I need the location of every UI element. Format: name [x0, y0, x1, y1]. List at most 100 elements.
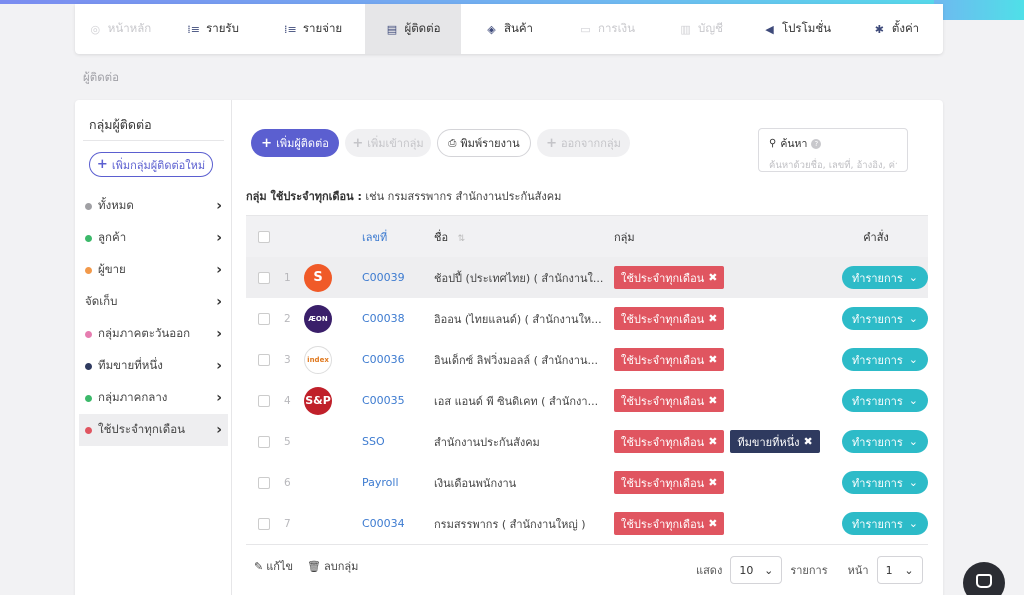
row-number: 5 — [284, 435, 291, 448]
edit-button[interactable]: ✎ แก้ไข — [254, 557, 293, 575]
megaphone-icon: ◀ — [765, 22, 774, 36]
action-label: ทำรายการ — [852, 435, 903, 449]
row-checkbox[interactable] — [258, 517, 270, 530]
header-code[interactable]: เลขที่ — [362, 228, 434, 246]
sort-icon[interactable]: ⇅ — [458, 234, 466, 244]
row-action-button[interactable]: ทำรายการ ⌄ — [842, 348, 928, 371]
row-action-button[interactable]: ทำรายการ ⌄ — [842, 389, 928, 412]
action-cell: ทำรายการ ⌄ — [824, 266, 928, 289]
sidebar-item-archived[interactable]: จัดเก็บ › — [79, 286, 228, 318]
row-action-button[interactable]: ทำรายการ ⌄ — [842, 512, 928, 535]
row-checkbox[interactable] — [258, 394, 270, 407]
close-icon[interactable]: ✖ — [708, 394, 717, 407]
row-checkbox[interactable] — [258, 435, 270, 448]
row-checkbox[interactable] — [258, 312, 270, 325]
close-icon[interactable]: ✖ — [708, 353, 717, 366]
close-icon[interactable]: ✖ — [708, 435, 717, 448]
chat-launcher-button[interactable] — [963, 562, 1005, 595]
header-checkbox-cell — [246, 230, 284, 243]
contact-code-link[interactable]: C00036 — [362, 353, 434, 366]
row-number: 7 — [284, 517, 291, 530]
help-icon: ? — [811, 138, 822, 149]
tag-label: ใช้ประจำทุกเดือน — [621, 353, 705, 367]
close-icon[interactable]: ✖ — [708, 271, 717, 284]
sidebar-item-vendors[interactable]: ผู้ขาย › — [79, 254, 228, 286]
row-checkbox[interactable] — [258, 476, 270, 489]
contact-code-link[interactable]: C00038 — [362, 312, 434, 325]
group-tags: ใช้ประจำทุกเดือน ✖ — [614, 307, 824, 330]
add-contact-button[interactable]: + เพิ่มผู้ติดต่อ — [251, 129, 339, 157]
header-name[interactable]: ชื่อ ⇅ — [434, 228, 614, 246]
nav-expense[interactable]: ⁞≡ รายจ่าย — [261, 4, 365, 54]
plus-icon: + — [352, 135, 364, 151]
contact-code-link[interactable]: C00035 — [362, 394, 434, 407]
table-row[interactable]: 6 Payroll เงินเดือนพนักงาน ใช้ประจำทุกเด… — [246, 462, 928, 503]
nav-promotions[interactable]: ◀ โปรโมชั่น — [745, 4, 849, 54]
close-icon[interactable]: ✖ — [708, 312, 717, 325]
remove-from-group-button[interactable]: + ออกจากกลุ่ม — [537, 129, 630, 157]
sidebar-item-monthly[interactable]: ใช้ประจำทุกเดือน › — [79, 414, 228, 446]
close-icon[interactable]: ✖ — [708, 517, 717, 530]
nav-home[interactable]: ◎ หน้าหลัก — [75, 4, 165, 54]
search-input[interactable]: ค้นหาด้วยชื่อ, เลขที่, อ้างอิง, ค่าอ — [769, 158, 897, 173]
sidebar-item-sales-team-one[interactable]: ทีมขายที่หนึ่ง › — [79, 350, 228, 382]
add-contact-label: เพิ่มผู้ติดต่อ — [276, 137, 329, 150]
group-tag: ใช้ประจำทุกเดือน ✖ — [614, 512, 725, 535]
chevron-down-icon: ⌄ — [908, 394, 918, 407]
nav-settings[interactable]: ✱ ตั้งค่า — [849, 4, 943, 54]
chat-icon — [976, 574, 992, 588]
nav-income[interactable]: ⁞≡ รายรับ — [165, 4, 261, 54]
chevron-down-icon: ⌄ — [904, 563, 914, 577]
page-select[interactable]: 1 ⌄ — [876, 556, 923, 584]
sidebar-item-central-region[interactable]: กลุ่มภาคกลาง › — [79, 382, 228, 414]
contact-code-link[interactable]: SSO — [362, 435, 434, 448]
nav-label: ตั้งค่า — [891, 21, 920, 35]
row-action-button[interactable]: ทำรายการ ⌄ — [842, 430, 928, 453]
chevron-right-icon: › — [216, 422, 222, 438]
row-action-button[interactable]: ทำรายการ ⌄ — [842, 471, 928, 494]
printer-icon: ⎙ — [448, 137, 457, 149]
top-right-gradient — [934, 0, 1024, 20]
tag-label: ทีมขายที่หนึ่ง — [737, 435, 800, 449]
nav-label: รายรับ — [206, 21, 239, 35]
edit-label: แก้ไข — [266, 560, 294, 573]
add-to-group-button[interactable]: + เพิ่มเข้ากลุ่ม — [345, 129, 431, 157]
sidebar-item-customers[interactable]: ลูกค้า › — [79, 222, 228, 254]
search-box[interactable]: ⚲ ค้นหา ? ค้นหาด้วยชื่อ, เลขที่, อ้างอิง… — [758, 128, 908, 172]
group-sidebar: กลุ่มผู้ติดต่อ + เพิ่มกลุ่มผู้ติดต่อใหม่… — [75, 100, 232, 595]
delete-group-button[interactable]: 🗑 ลบกลุ่ม — [307, 557, 358, 575]
content-panel: กลุ่มผู้ติดต่อ + เพิ่มกลุ่มผู้ติดต่อใหม่… — [75, 100, 943, 595]
row-action-button[interactable]: ทำรายการ ⌄ — [842, 307, 928, 330]
table-row[interactable]: 7 C00034 กรมสรรพากร ( สำนักงานใหญ่ ) ใช้… — [246, 503, 928, 544]
row-action-button[interactable]: ทำรายการ ⌄ — [842, 266, 928, 289]
table-row[interactable]: 5 SSO สำนักงานประกันสังคม ใช้ประจำทุกเดื… — [246, 421, 928, 462]
sidebar-item-east-region[interactable]: กลุ่มภาคตะวันออก › — [79, 318, 228, 350]
edit-icon: ✎ — [254, 559, 264, 573]
table-row[interactable]: 2 ÆON C00038 อิออน (ไทยแลนด์) ( สำนักงาน… — [246, 298, 928, 339]
table-row[interactable]: 4 S&P C00035 เอส แอนด์ พี ซินดิเคท ( สำน… — [246, 380, 928, 421]
contact-code-link[interactable]: C00034 — [362, 517, 434, 530]
row-checkbox[interactable] — [258, 271, 270, 284]
add-group-button[interactable]: + เพิ่มกลุ่มผู้ติดต่อใหม่ — [89, 152, 213, 177]
row-number: 3 — [284, 353, 291, 366]
close-icon[interactable]: ✖ — [803, 435, 812, 448]
nav-products[interactable]: ◈ สินค้า — [461, 4, 557, 54]
nav-finance[interactable]: ▭ การเงิน — [557, 4, 657, 54]
contact-code-link[interactable]: C00039 — [362, 271, 434, 284]
table-row[interactable]: 1 S C00039 ช้อปปี้ (ประเทศไทย) ( สำนักงา… — [246, 257, 928, 298]
chevron-right-icon: › — [216, 230, 222, 246]
ledger-icon: ▥ — [680, 22, 691, 36]
table-row[interactable]: 3 index C00036 อินเด็กซ์ ลิฟวิ่งมอลล์ ( … — [246, 339, 928, 380]
chevron-right-icon: › — [216, 358, 222, 374]
contact-code-link[interactable]: Payroll — [362, 476, 434, 489]
print-report-button[interactable]: ⎙ พิมพ์รายงาน — [437, 129, 531, 157]
select-all-checkbox[interactable] — [258, 230, 270, 243]
close-icon[interactable]: ✖ — [708, 476, 717, 489]
nav-contacts[interactable]: ▤ ผู้ติดต่อ — [365, 4, 461, 54]
sidebar-item-all[interactable]: ทั้งหมด › — [79, 190, 228, 222]
home-icon: ◎ — [90, 22, 101, 36]
page-label: หน้า — [847, 564, 869, 577]
page-size-select[interactable]: 10 ⌄ — [730, 556, 783, 584]
nav-accounting[interactable]: ▥ บัญชี — [657, 4, 745, 54]
row-checkbox[interactable] — [258, 353, 270, 366]
